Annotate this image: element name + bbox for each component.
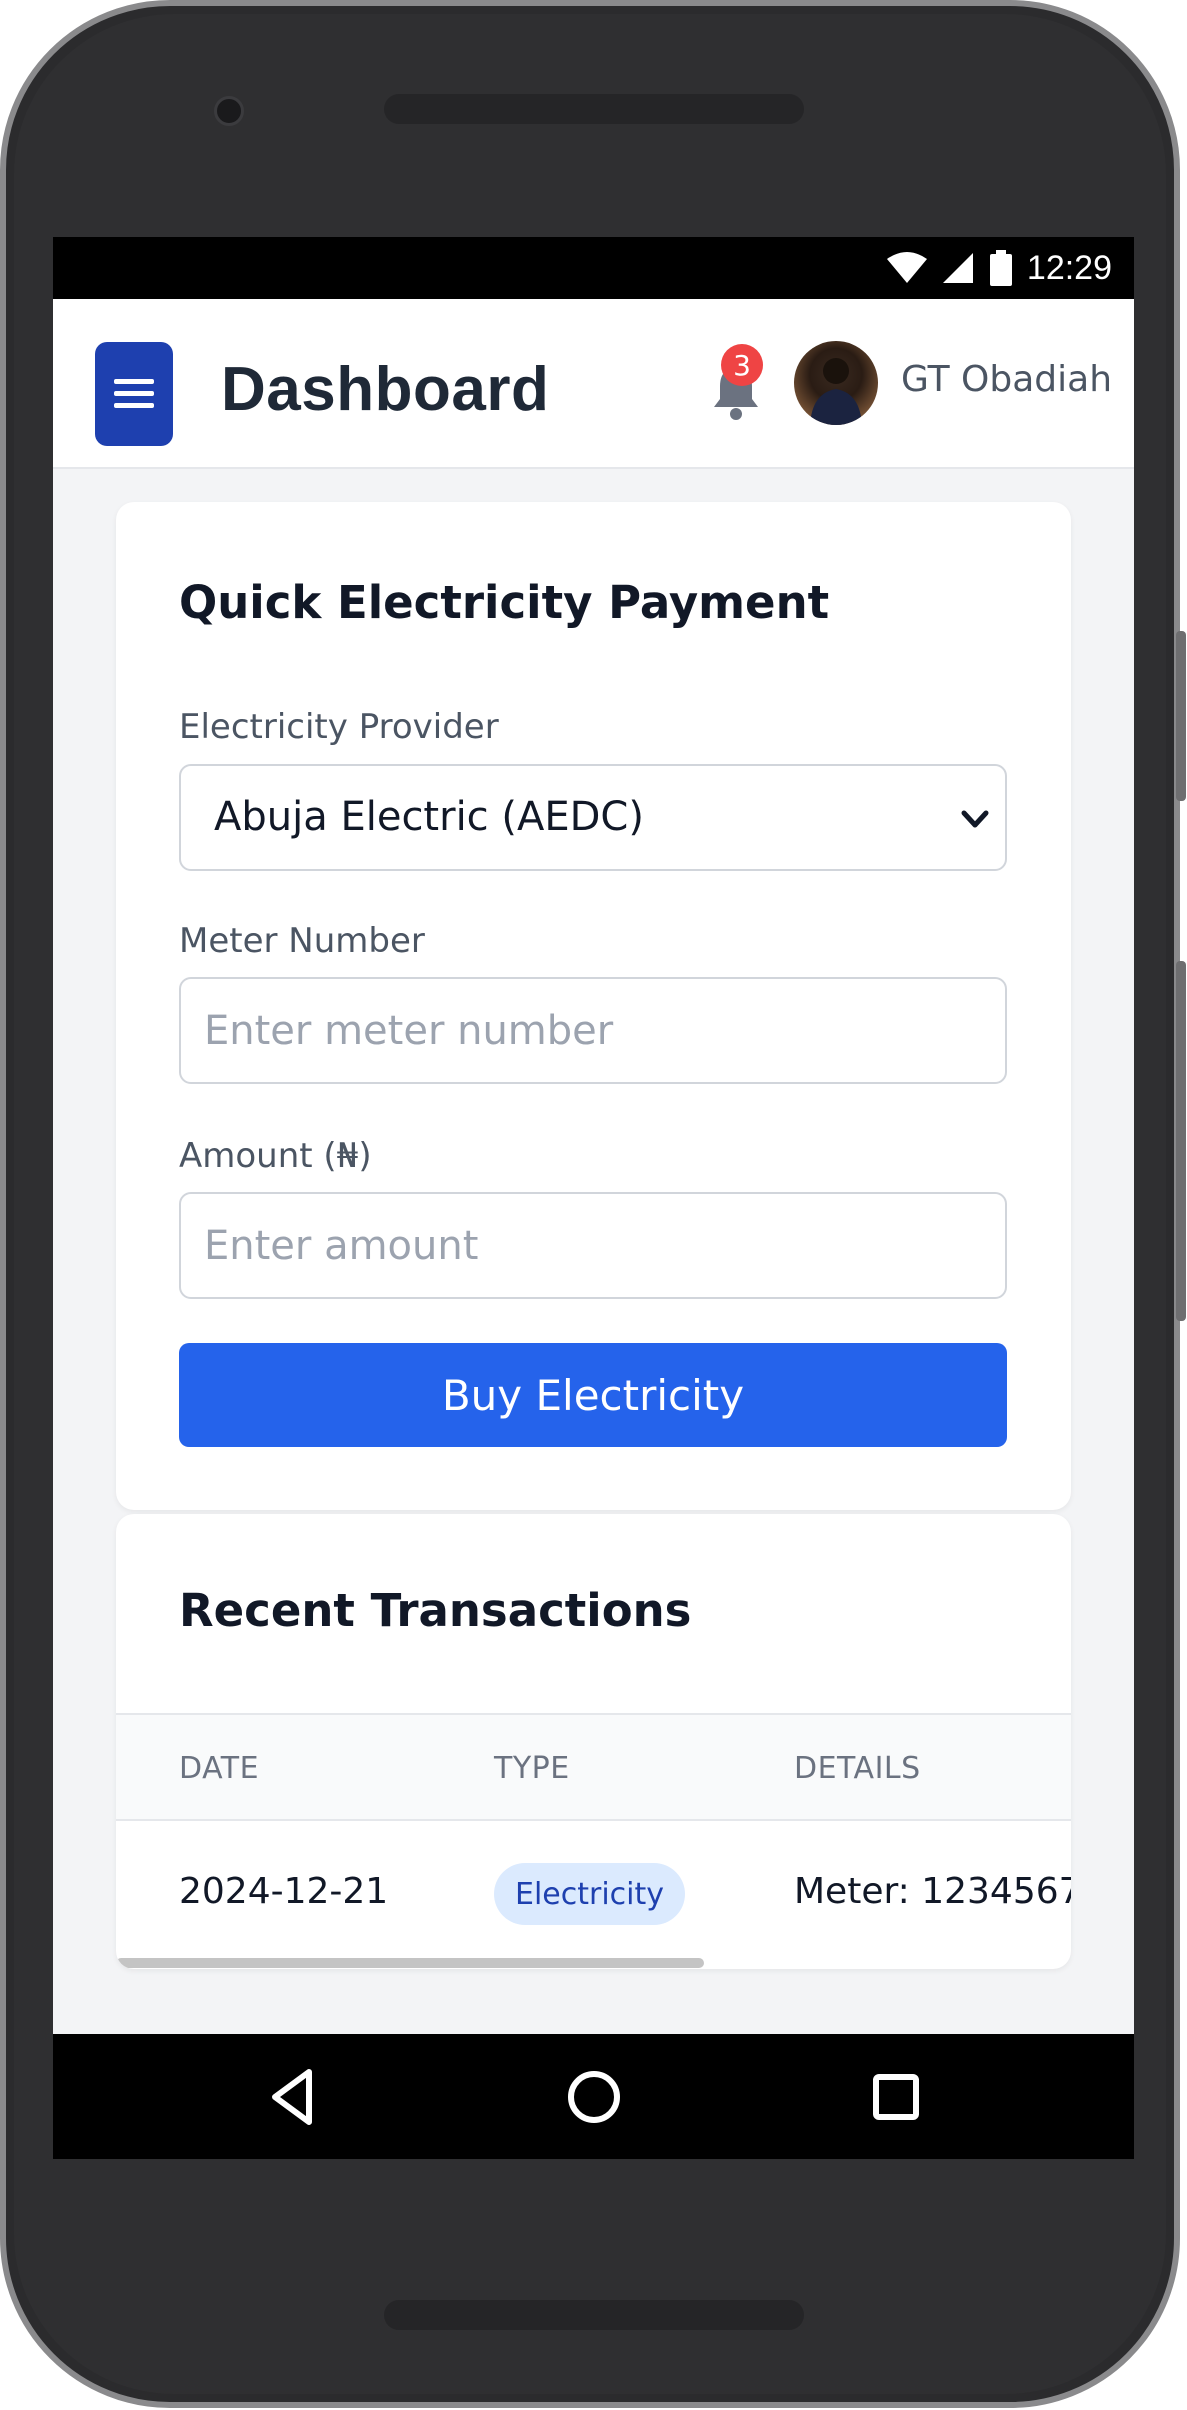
type-badge: Electricity bbox=[494, 1863, 686, 1925]
earpiece-speaker bbox=[384, 94, 804, 124]
status-bar: 12:29 bbox=[53, 237, 1134, 299]
notification-badge: 3 bbox=[721, 344, 763, 386]
phone-frame: 12:29 Dashboard 3 GT Obadiah Quick Elect… bbox=[0, 0, 1186, 2408]
buy-electricity-button[interactable]: Buy Electricity bbox=[179, 1343, 1007, 1447]
payment-card-title: Quick Electricity Payment bbox=[179, 576, 830, 629]
page-title: Dashboard bbox=[221, 355, 550, 424]
meter-label: Meter Number bbox=[179, 921, 425, 961]
front-camera bbox=[214, 96, 244, 126]
recent-transactions-card: Recent Transactions DATE TYPE DETAILS 20… bbox=[116, 1514, 1071, 1969]
avatar-image bbox=[810, 358, 862, 425]
horizontal-scrollbar[interactable] bbox=[116, 1958, 704, 1968]
menu-icon bbox=[114, 379, 154, 408]
table-row[interactable]: 2024-12-21 Electricity Meter: 12345678 bbox=[116, 1821, 1071, 1969]
provider-selected-value: Abuja Electric (AEDC) bbox=[214, 794, 644, 840]
back-icon[interactable] bbox=[261, 2064, 327, 2130]
avatar[interactable] bbox=[794, 341, 878, 425]
quick-payment-card: Quick Electricity Payment Electricity Pr… bbox=[116, 502, 1071, 1510]
row-details: Meter: 12345678 bbox=[794, 1871, 1071, 1912]
volume-button bbox=[1176, 961, 1186, 1321]
transactions-title: Recent Transactions bbox=[179, 1584, 692, 1637]
bottom-speaker bbox=[384, 2300, 804, 2330]
meter-number-field bbox=[179, 977, 1007, 1084]
system-nav-bar bbox=[53, 2034, 1134, 2159]
menu-button[interactable] bbox=[95, 342, 173, 446]
power-button bbox=[1176, 631, 1186, 801]
screen: 12:29 Dashboard 3 GT Obadiah Quick Elect… bbox=[53, 237, 1134, 2159]
status-time: 12:29 bbox=[1026, 248, 1112, 287]
home-icon[interactable] bbox=[561, 2064, 627, 2130]
amount-label: Amount (₦) bbox=[179, 1136, 372, 1176]
app-header: Dashboard 3 GT Obadiah bbox=[53, 299, 1134, 469]
chevron-down-icon bbox=[961, 810, 989, 828]
row-date: 2024-12-21 bbox=[179, 1871, 389, 1912]
battery-icon bbox=[989, 250, 1012, 286]
column-header-date: DATE bbox=[179, 1751, 260, 1786]
user-name[interactable]: GT Obadiah bbox=[901, 359, 1112, 400]
recents-icon[interactable] bbox=[863, 2064, 929, 2130]
provider-label: Electricity Provider bbox=[179, 707, 499, 747]
amount-field bbox=[179, 1192, 1007, 1299]
column-header-details: DETAILS bbox=[794, 1751, 921, 1786]
meter-number-input[interactable] bbox=[181, 979, 1005, 1082]
signal-icon bbox=[942, 253, 973, 283]
provider-select[interactable]: Abuja Electric (AEDC) bbox=[179, 764, 1007, 871]
wifi-icon bbox=[886, 252, 927, 283]
amount-input[interactable] bbox=[181, 1194, 1005, 1297]
column-header-type: TYPE bbox=[494, 1751, 570, 1786]
table-header: DATE TYPE DETAILS bbox=[116, 1713, 1071, 1821]
